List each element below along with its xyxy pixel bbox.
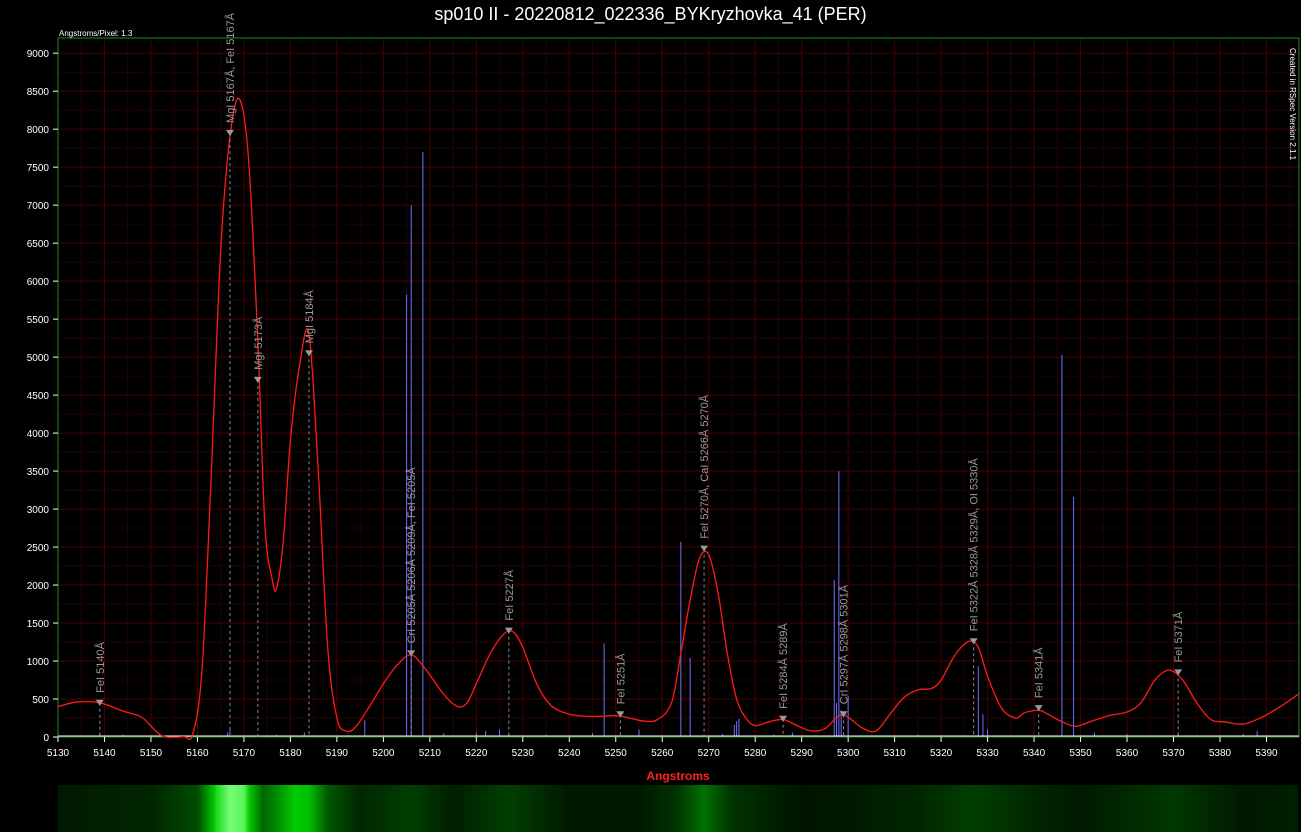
marker-label: FeI 5322Å 5328Å 5329Å, OI 5330Å bbox=[968, 458, 981, 632]
x-tick-label: 5270 bbox=[698, 748, 721, 759]
y-tick-label: 1000 bbox=[27, 657, 50, 668]
marker-label: FeI 5140Å bbox=[94, 641, 107, 692]
x-tick-label: 5340 bbox=[1023, 748, 1046, 759]
y-tick-label: 9000 bbox=[27, 49, 50, 60]
y-tick-label: 4000 bbox=[27, 429, 50, 440]
marker-triangle bbox=[253, 376, 262, 383]
x-tick-label: 5150 bbox=[140, 748, 163, 759]
y-tick-label: 7500 bbox=[27, 163, 50, 174]
marker-label: FeI 5227Å bbox=[503, 569, 516, 620]
x-tick-label: 5350 bbox=[1069, 748, 1092, 759]
x-tick-label: 5380 bbox=[1209, 748, 1232, 759]
x-tick-label: 5320 bbox=[930, 748, 953, 759]
x-tick-label: 5280 bbox=[744, 748, 767, 759]
x-tick-label: 5130 bbox=[47, 748, 70, 759]
x-tick-label: 5290 bbox=[791, 748, 814, 759]
y-tick-label: 4500 bbox=[27, 391, 50, 402]
x-tick-label: 5170 bbox=[233, 748, 256, 759]
marker-label: FeI 5341Å bbox=[1033, 647, 1046, 698]
y-tick-label: 8000 bbox=[27, 125, 50, 136]
marker-label: FeI 5270Å, CaI 5266Å 5270Å bbox=[698, 394, 711, 538]
marker-label: FeI 5284Å 5289Å bbox=[777, 622, 790, 708]
x-axis-label: Angstroms bbox=[646, 769, 710, 783]
y-tick-label: 7000 bbox=[27, 201, 50, 212]
x-tick-label: 5180 bbox=[279, 748, 302, 759]
x-tick-label: 5260 bbox=[651, 748, 674, 759]
marker-label: FeI 5251Å bbox=[614, 653, 627, 704]
x-tick-label: 5230 bbox=[512, 748, 535, 759]
x-tick-label: 5310 bbox=[884, 748, 907, 759]
pixel-scale-note: Angstroms/Pixel: 1.3 bbox=[59, 29, 133, 38]
x-tick-label: 5200 bbox=[372, 748, 395, 759]
marker-label: CrI 5205Å 5206Å 5209Å, FeI 5205Å bbox=[405, 467, 418, 644]
y-tick-label: 1500 bbox=[27, 619, 50, 630]
marker-triangle bbox=[225, 129, 234, 136]
x-tick-label: 5330 bbox=[976, 748, 999, 759]
y-tick-label: 5500 bbox=[27, 315, 50, 326]
x-tick-label: 5220 bbox=[465, 748, 488, 759]
x-tick-label: 5300 bbox=[837, 748, 860, 759]
y-tick-label: 5000 bbox=[27, 353, 50, 364]
y-tick-label: 3000 bbox=[27, 505, 50, 516]
x-tick-label: 5370 bbox=[1162, 748, 1185, 759]
y-tick-label: 6500 bbox=[27, 239, 50, 250]
marker-label: CrI 5297Å 5298Å 5301Å bbox=[838, 584, 851, 704]
y-tick-label: 3500 bbox=[27, 467, 50, 478]
line-markers: FeI 5140Å MgI 5167Å, FeI 5167Å MgI 5173Å Mg… bbox=[94, 12, 1185, 737]
x-tick-label: 5390 bbox=[1255, 748, 1278, 759]
y-tick-label: 8500 bbox=[27, 87, 50, 98]
x-tick-label: 5250 bbox=[605, 748, 628, 759]
y-tick-label: 6000 bbox=[27, 277, 50, 288]
spectrum-strip bbox=[58, 785, 1298, 832]
y-tick-label: 0 bbox=[43, 733, 49, 744]
y-tick-label: 2500 bbox=[27, 543, 50, 554]
x-tick-label: 5240 bbox=[558, 748, 581, 759]
grid bbox=[57, 38, 1299, 738]
x-tick-label: 5210 bbox=[419, 748, 442, 759]
x-tick-label: 5190 bbox=[326, 748, 349, 759]
y-tick-label: 2000 bbox=[27, 581, 50, 592]
x-tick-label: 5140 bbox=[93, 748, 116, 759]
spectrum-chart: FeI 5140Å MgI 5167Å, FeI 5167Å MgI 5173Å Mg… bbox=[27, 12, 1300, 783]
marker-triangle bbox=[700, 545, 709, 552]
y-tick-label: 500 bbox=[32, 695, 49, 706]
marker-label: MgI 5184Å bbox=[303, 289, 316, 343]
marker-label: MgI 5173Å bbox=[252, 316, 265, 370]
x-tick-label: 5160 bbox=[186, 748, 209, 759]
x-tick-label: 5360 bbox=[1116, 748, 1139, 759]
marker-label: MgI 5167Å, FeI 5167Å bbox=[224, 12, 237, 123]
software-credit: Created in RSpec Version 2.1.1 bbox=[1288, 48, 1297, 161]
marker-label: FeI 5371Å bbox=[1172, 611, 1185, 662]
